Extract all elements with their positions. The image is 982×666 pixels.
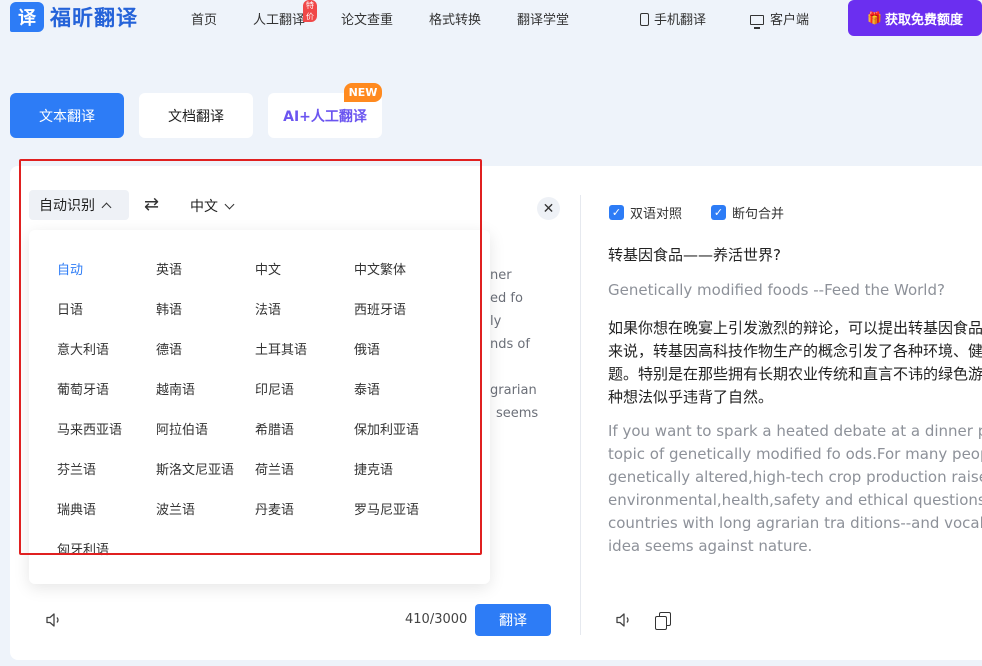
- copy-icon[interactable]: [655, 612, 671, 630]
- lang-option[interactable]: 德语: [156, 339, 182, 358]
- logo[interactable]: 译 福昕翻译: [10, 2, 138, 32]
- speaker-icon[interactable]: [615, 611, 633, 629]
- check-icon: ✓: [711, 205, 726, 220]
- result-line-en: countries with long agrarian tra ditions…: [608, 514, 982, 532]
- nav-plagiarism-check[interactable]: 论文查重: [341, 9, 393, 28]
- nav-client-label: 客户端: [770, 13, 810, 28]
- logo-icon: 译: [10, 2, 44, 32]
- source-text-fragment: seems: [496, 406, 539, 421]
- bilingual-label: 双语对照: [630, 207, 683, 222]
- source-text-fragment: ly: [490, 314, 502, 329]
- nav-mobile-label: 手机翻译: [654, 13, 707, 28]
- nav-client[interactable]: 客户端: [750, 9, 810, 29]
- chevron-down-icon: [224, 199, 235, 209]
- result-line-zh: 来说，转基因高科技作物生产的概念引发了各种环境、健: [608, 342, 982, 360]
- lang-option-auto[interactable]: 自动: [57, 259, 83, 278]
- result-title-en: Genetically modified foods --Feed the Wo…: [608, 281, 945, 299]
- result-title-zh: 转基因食品——养活世界?: [608, 246, 781, 264]
- lang-option[interactable]: 波兰语: [156, 499, 195, 518]
- top-nav: 译 福昕翻译 首页 人工翻译 特价 论文查重 格式转换 翻译学堂 手机翻译 客户…: [0, 0, 982, 36]
- nav-human-translation-label: 人工翻译: [253, 13, 306, 28]
- cta-label: 获取免费额度: [884, 12, 963, 28]
- swap-icon[interactable]: ⇄: [144, 194, 159, 215]
- target-language-label: 中文: [190, 199, 218, 215]
- result-line-en: idea seems against nature.: [608, 537, 813, 555]
- lang-option[interactable]: 韩语: [156, 299, 182, 318]
- nav-translation-academy[interactable]: 翻译学堂: [517, 9, 569, 28]
- char-counter: 410/3000: [405, 612, 468, 627]
- source-text-fragment: grarian: [490, 383, 537, 398]
- result-line-zh: 如果你想在晚宴上引发激烈的辩论，可以提出转基因食品: [608, 319, 982, 337]
- lang-option[interactable]: 匈牙利语: [57, 539, 109, 558]
- lang-option[interactable]: 泰语: [354, 379, 380, 398]
- logo-text: 福昕翻译: [50, 6, 138, 30]
- lang-option[interactable]: 俄语: [354, 339, 380, 358]
- lang-option[interactable]: 芬兰语: [57, 459, 96, 478]
- source-text-fragment: ner: [490, 268, 512, 283]
- lang-option[interactable]: 越南语: [156, 379, 195, 398]
- lang-option[interactable]: 西班牙语: [354, 299, 406, 318]
- lang-option[interactable]: 印尼语: [255, 379, 294, 398]
- lang-option[interactable]: 阿拉伯语: [156, 419, 208, 438]
- tab-text-translation[interactable]: 文本翻译: [10, 93, 124, 138]
- lang-option[interactable]: 法语: [255, 299, 281, 318]
- source-language-select[interactable]: 自动识别: [29, 190, 129, 220]
- source-language-label: 自动识别: [39, 198, 95, 214]
- lang-option[interactable]: 日语: [57, 299, 83, 318]
- source-text-fragment: ed fo: [490, 291, 523, 306]
- merge-sentences-checkbox[interactable]: ✓ 断句合并: [711, 203, 784, 222]
- source-text-fragment: nds of: [490, 337, 530, 352]
- lang-option[interactable]: 斯洛文尼亚语: [156, 459, 234, 478]
- speaker-icon[interactable]: [45, 611, 63, 629]
- monitor-icon: [750, 15, 764, 29]
- lang-option[interactable]: 捷克语: [354, 459, 393, 478]
- lang-option[interactable]: 意大利语: [57, 339, 109, 358]
- nav-home[interactable]: 首页: [191, 9, 217, 28]
- check-icon: ✓: [609, 205, 624, 220]
- result-line-en: genetically altered,high-tech crop produ…: [608, 468, 982, 486]
- lang-option[interactable]: 罗马尼亚语: [354, 499, 419, 518]
- translate-button[interactable]: 翻译: [475, 604, 551, 636]
- lang-option[interactable]: 荷兰语: [255, 459, 294, 478]
- phone-icon: [640, 13, 649, 26]
- nav-mobile-translation[interactable]: 手机翻译: [640, 9, 706, 28]
- pane-divider: [580, 195, 581, 635]
- lang-option[interactable]: 保加利亚语: [354, 419, 419, 438]
- clear-icon[interactable]: ✕: [537, 197, 560, 220]
- nav-format-convert[interactable]: 格式转换: [429, 9, 481, 28]
- lang-option[interactable]: 英语: [156, 259, 182, 278]
- lang-option[interactable]: 中文繁体: [354, 259, 406, 278]
- lang-option[interactable]: 希腊语: [255, 419, 294, 438]
- tab-document-translation[interactable]: 文档翻译: [139, 93, 253, 138]
- result-line-en: topic of genetically modified fo ods.For…: [608, 445, 982, 463]
- target-language-select[interactable]: 中文: [190, 196, 235, 216]
- nav-human-translation[interactable]: 人工翻译 特价: [253, 0, 317, 28]
- result-line-zh: 种想法似乎违背了自然。: [608, 388, 774, 406]
- gift-icon: 🎁: [867, 11, 882, 25]
- sale-badge: 特价: [303, 0, 317, 22]
- merge-label: 断句合并: [732, 207, 785, 222]
- result-line-en: If you want to spark a heated debate at …: [608, 422, 982, 440]
- lang-option[interactable]: 瑞典语: [57, 499, 96, 518]
- get-free-quota-button[interactable]: 🎁 获取免费额度: [848, 0, 982, 36]
- result-line-en: environmental,health,safety and ethical …: [608, 491, 982, 509]
- lang-option[interactable]: 中文: [255, 259, 281, 278]
- new-badge: NEW: [344, 83, 382, 102]
- lang-option[interactable]: 马来西亚语: [57, 419, 122, 438]
- chevron-up-icon: [101, 202, 112, 212]
- lang-option[interactable]: 土耳其语: [255, 339, 307, 358]
- result-line-zh: 题。特别是在那些拥有长期农业传统和直言不讳的绿色游: [608, 365, 982, 383]
- lang-option[interactable]: 丹麦语: [255, 499, 294, 518]
- bilingual-checkbox[interactable]: ✓ 双语对照: [609, 203, 682, 222]
- lang-option[interactable]: 葡萄牙语: [57, 379, 109, 398]
- language-dropdown: 自动 英语 中文 中文繁体 日语 韩语 法语 西班牙语 意大利语 德语 土耳其语…: [29, 230, 490, 584]
